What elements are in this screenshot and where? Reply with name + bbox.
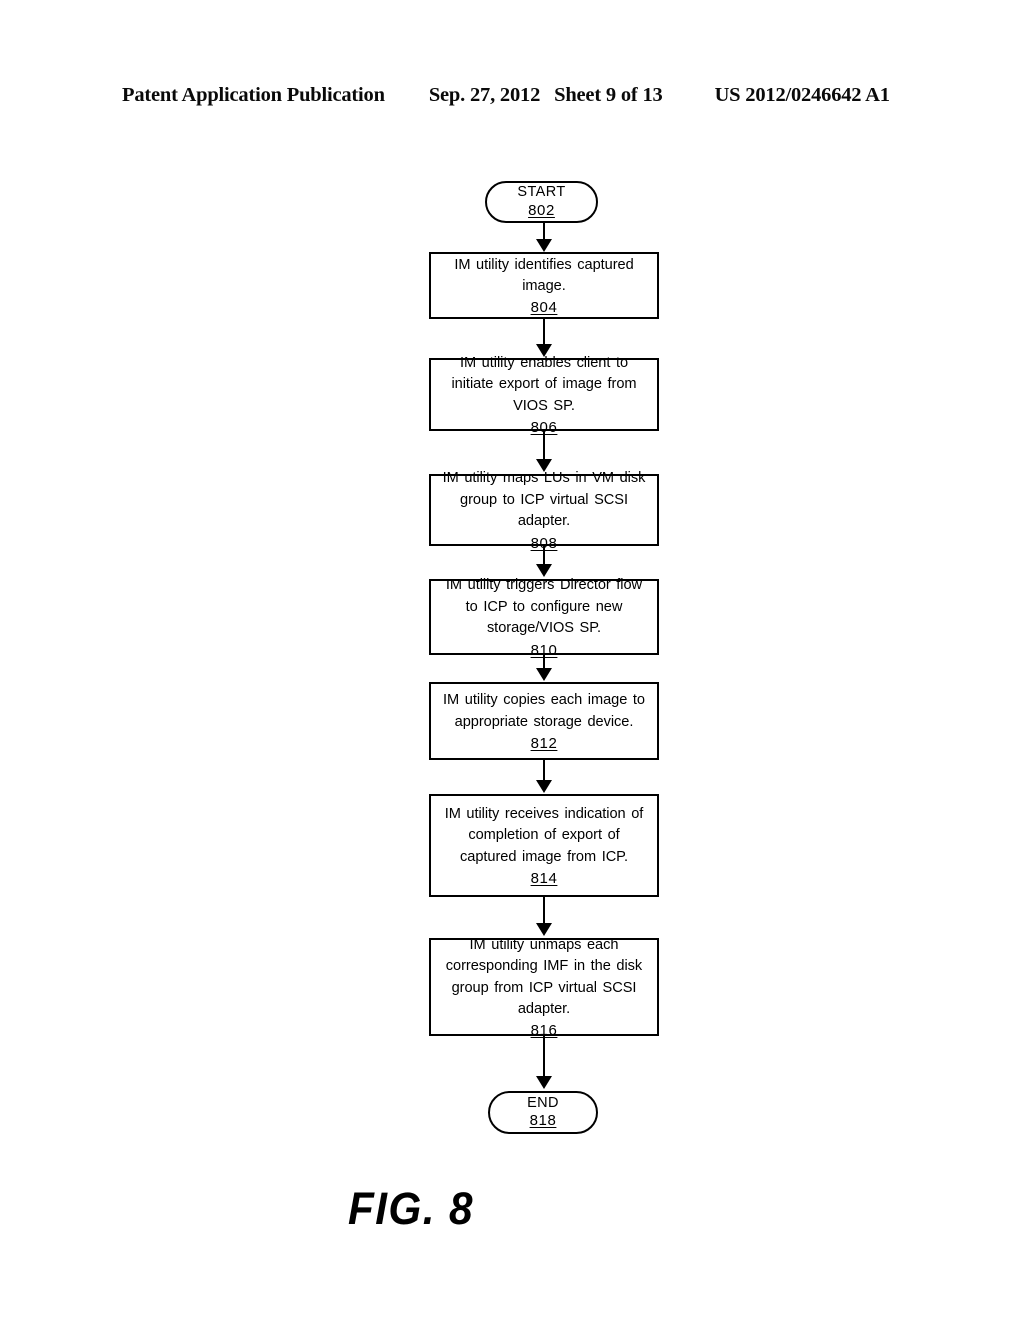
flow-node-804-text: IM utility identifies captured image. <box>454 256 634 294</box>
arrowhead-810-to-812 <box>536 668 552 681</box>
flow-node-start: START 802 <box>485 181 598 223</box>
flow-node-808: IM utility maps LUs in VM disk group to … <box>429 470 659 552</box>
connector-808-to-810 <box>543 546 545 566</box>
flow-node-814-ref: 814 <box>530 870 558 888</box>
flow-node-812: IM utility copies each image to appropri… <box>429 682 659 760</box>
flow-node-804-ref: 804 <box>530 299 558 317</box>
flow-node-814: IM utility receives indication of comple… <box>429 794 659 897</box>
flow-node-end-ref: 818 <box>529 1112 557 1130</box>
arrowhead-812-to-814 <box>536 780 552 793</box>
connector-814-to-816 <box>543 897 545 925</box>
flow-node-812-ref: 812 <box>530 734 558 752</box>
flow-node-804: IM utility identifies captured image. 80… <box>429 252 659 319</box>
flow-node-end: END 818 <box>488 1091 598 1134</box>
flow-node-810-text: IM utility triggers Director flow to ICP… <box>445 577 643 637</box>
connector-806-to-808 <box>543 431 545 461</box>
flowchart-diagram: START 802 IM utility identifies captured… <box>0 0 1024 1320</box>
flow-node-start-ref: 802 <box>528 201 555 219</box>
flow-node-816-text: IM utility unmaps each corresponding IMF… <box>445 936 643 1017</box>
flow-node-812-text: IM utility copies each image to appropri… <box>443 692 645 730</box>
flow-node-814-text: IM utility receives indication of comple… <box>444 805 644 865</box>
flow-node-808-text: IM utility maps LUs in VM disk group to … <box>442 470 646 530</box>
connector-816-to-end <box>543 1036 545 1078</box>
connector-804-to-806 <box>543 319 545 346</box>
connector-812-to-814 <box>543 760 545 782</box>
flow-node-806: IM utility enables client to initiate ex… <box>429 355 659 436</box>
arrowhead-816-to-end <box>536 1076 552 1089</box>
flow-node-816: IM utility unmaps each corresponding IMF… <box>429 936 659 1039</box>
arrowhead-start-to-804 <box>536 239 552 252</box>
flow-node-start-label: START <box>517 184 566 201</box>
figure-caption: FIG. 8 <box>348 1183 474 1234</box>
flow-node-end-label: END <box>527 1094 559 1111</box>
flow-node-810: IM utility triggers Director flow to ICP… <box>429 577 659 659</box>
flow-node-806-text: IM utility enables client to initiate ex… <box>451 354 637 414</box>
